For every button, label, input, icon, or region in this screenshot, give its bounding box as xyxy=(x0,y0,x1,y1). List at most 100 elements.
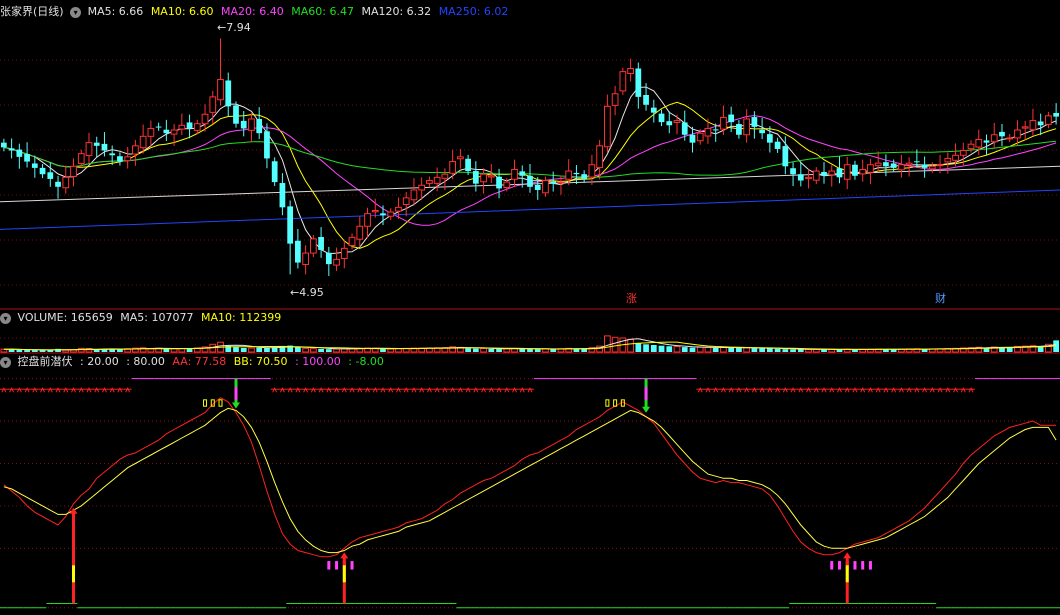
volume-bar xyxy=(496,349,502,352)
chevron-down-icon[interactable]: ▾ xyxy=(0,313,11,324)
ma120-label: MA120: 6.32 xyxy=(361,5,432,18)
candle-body xyxy=(325,252,332,265)
rise-marker[interactable]: 涨 xyxy=(626,292,637,305)
candle-body xyxy=(759,129,765,134)
candle-body xyxy=(124,156,132,162)
candle-body xyxy=(728,114,735,123)
candle xyxy=(163,119,170,142)
candle-body xyxy=(333,258,340,266)
candle-body xyxy=(619,71,627,92)
volume-bar xyxy=(147,348,155,353)
candle-body xyxy=(905,162,913,166)
volume-bar xyxy=(325,349,332,352)
ma20-label: MA20: 6.40 xyxy=(221,5,284,18)
candle-body xyxy=(371,209,379,213)
candle-body xyxy=(147,127,155,137)
candle xyxy=(271,157,278,187)
candle-body xyxy=(550,181,557,184)
candle xyxy=(821,162,827,184)
candle xyxy=(109,145,116,166)
candle-body xyxy=(983,140,990,143)
candle xyxy=(480,168,487,194)
candle-body xyxy=(704,127,712,137)
volume-bar xyxy=(759,348,765,352)
candle-body xyxy=(340,247,348,259)
price-legend: 张家界(日线) ▾ MA5: 6.66 MA10: 6.60 MA20: 6.4… xyxy=(0,5,508,18)
candle xyxy=(217,38,224,106)
candle xyxy=(147,120,155,147)
kline-chart-canvas xyxy=(0,38,1060,609)
candle-body xyxy=(774,141,781,149)
candle-body xyxy=(611,93,619,106)
chevron-down-icon[interactable]: ▾ xyxy=(0,357,11,368)
candle xyxy=(340,240,348,269)
candle xyxy=(256,107,263,140)
volume-bar xyxy=(736,348,742,352)
candle-body xyxy=(867,164,874,173)
candle-body xyxy=(635,68,642,97)
candle xyxy=(658,109,665,127)
volume-bar xyxy=(611,336,619,353)
candle-body xyxy=(178,124,186,130)
candle xyxy=(132,139,139,166)
candle xyxy=(611,85,619,116)
candle xyxy=(967,140,975,153)
volume-bar xyxy=(751,348,758,352)
volume-bar xyxy=(658,345,665,352)
chevron-down-icon[interactable]: ▾ xyxy=(70,7,82,18)
candle-body xyxy=(673,120,681,123)
candle xyxy=(472,161,479,192)
candle-body xyxy=(24,154,30,162)
volume-bar xyxy=(696,346,704,353)
candle-body xyxy=(736,124,742,135)
candle xyxy=(666,111,673,134)
candle-body xyxy=(193,123,201,131)
candle-body xyxy=(766,134,773,143)
volume-bar xyxy=(643,344,649,352)
candle-body xyxy=(573,172,580,175)
buy-arrow-icon xyxy=(340,552,349,559)
candle-body xyxy=(821,171,827,176)
candle xyxy=(295,228,301,269)
candle-body xyxy=(449,161,456,174)
volume-bar xyxy=(333,348,340,353)
volume-bar xyxy=(240,347,247,352)
candle-body xyxy=(588,164,596,178)
candle xyxy=(581,170,588,183)
volume-bar xyxy=(681,347,688,352)
volume-ma5-label: MA5: 107077 xyxy=(120,311,194,324)
candle-body xyxy=(944,157,952,163)
candle xyxy=(496,168,502,199)
candle xyxy=(39,163,46,179)
volume-bar xyxy=(766,348,773,352)
candle-body xyxy=(209,96,217,113)
candle xyxy=(93,136,100,158)
candle-body xyxy=(534,184,541,190)
candle-body xyxy=(410,189,418,201)
high-zone-bar xyxy=(203,399,208,407)
candle-body xyxy=(1,142,7,148)
candle-body xyxy=(696,132,704,142)
candle xyxy=(843,156,851,190)
candle-body xyxy=(295,240,301,263)
volume-bar xyxy=(673,346,681,353)
candle-body xyxy=(852,164,858,176)
volume-bar xyxy=(720,347,727,353)
high-zone-bar xyxy=(218,399,223,407)
volume-bar xyxy=(797,349,804,352)
indicator-bb-label: BB: 70.50 xyxy=(233,355,288,368)
high-zone-bar xyxy=(620,399,625,407)
candle-body xyxy=(812,170,820,181)
candle xyxy=(720,105,727,135)
candle xyxy=(588,154,596,185)
volume-bar xyxy=(295,347,301,352)
candle-body xyxy=(201,113,209,125)
candle-body xyxy=(418,184,426,191)
candle-body xyxy=(472,171,479,184)
candle-body xyxy=(402,197,410,205)
volume-bar xyxy=(163,348,170,352)
ma60-label: MA60: 6.47 xyxy=(291,5,354,18)
candle xyxy=(24,142,30,168)
finance-marker[interactable]: 财 xyxy=(935,292,946,305)
candle-body xyxy=(318,236,324,250)
